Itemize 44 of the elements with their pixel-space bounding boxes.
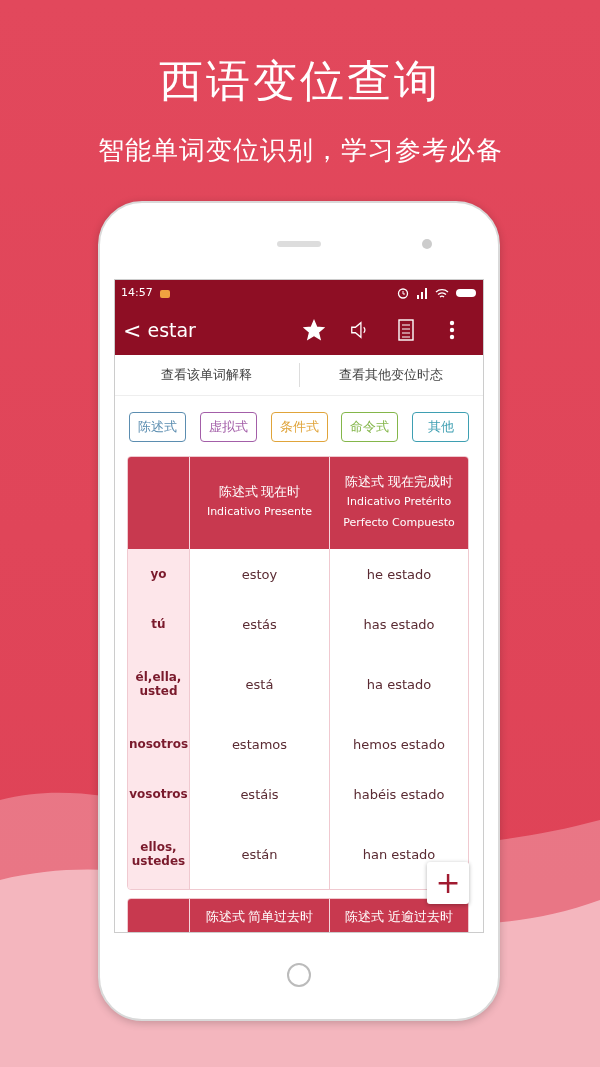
pronoun-text: nosotros [128,737,189,751]
verb-form-text: ha estado [366,676,432,692]
pronoun-text: ellos, ustedes [130,840,187,868]
tense-name: 陈述式 现在完成时 [345,473,453,491]
wifi-icon [435,286,449,299]
tense-name: 陈述式 近逾过去时 [345,909,453,926]
verb-form-text: he estado [366,566,432,582]
document-icon[interactable] [397,319,415,341]
pronoun-text: yo [150,567,167,581]
verb-form-text: estáis [240,786,279,802]
speaker-grille [277,241,321,247]
verb-form-text: están [241,846,278,862]
pronoun-text: él,ella, usted [134,670,183,698]
pronoun-text: vosotros [129,787,188,801]
pronoun-text: tú [151,617,166,631]
signal-icon [415,286,429,299]
mood-tab[interactable]: 虚拟式 [199,412,257,442]
mood-tab[interactable]: 命令式 [341,412,399,442]
verb-form-text: estamos [231,736,288,752]
tense-name: 陈述式 现在时 [218,484,301,501]
link-text[interactable]: 查看其他变位时态 [299,366,483,384]
verb-form-text: hemos estado [353,736,445,752]
star-icon[interactable] [303,319,325,341]
add-button[interactable]: + [427,862,469,904]
tense-name: 陈述式 简单过去时 [205,909,314,926]
battery-icon [455,286,477,299]
status-time: 14:57 [121,286,153,299]
word-title: estar [147,319,197,341]
tense-spanish-name: Indicativo Pretérito Perfecto Compuesto [342,493,456,531]
verb-form-text: estoy [241,566,278,582]
tense-spanish-name: Indicativo Presente [205,504,314,520]
link-text[interactable]: 查看该单词解释 [115,366,299,384]
alarm-icon [397,286,409,299]
verb-form-text: han estado [362,846,436,862]
promo-title: 西语变位查询 [159,54,441,108]
verb-form-text: has estado [363,616,435,632]
mood-tab[interactable]: 陈述式 [129,412,186,442]
verb-form-text: habéis estado [353,786,445,802]
verb-form-text: está [245,676,274,692]
more-menu-icon[interactable] [449,320,455,340]
verb-form-text: estás [242,616,277,632]
back-button[interactable]: < [123,317,142,343]
promo-subtitle: 智能单词变位识别，学习参考必备 [97,134,503,167]
mood-tab[interactable]: 其他 [412,412,469,442]
